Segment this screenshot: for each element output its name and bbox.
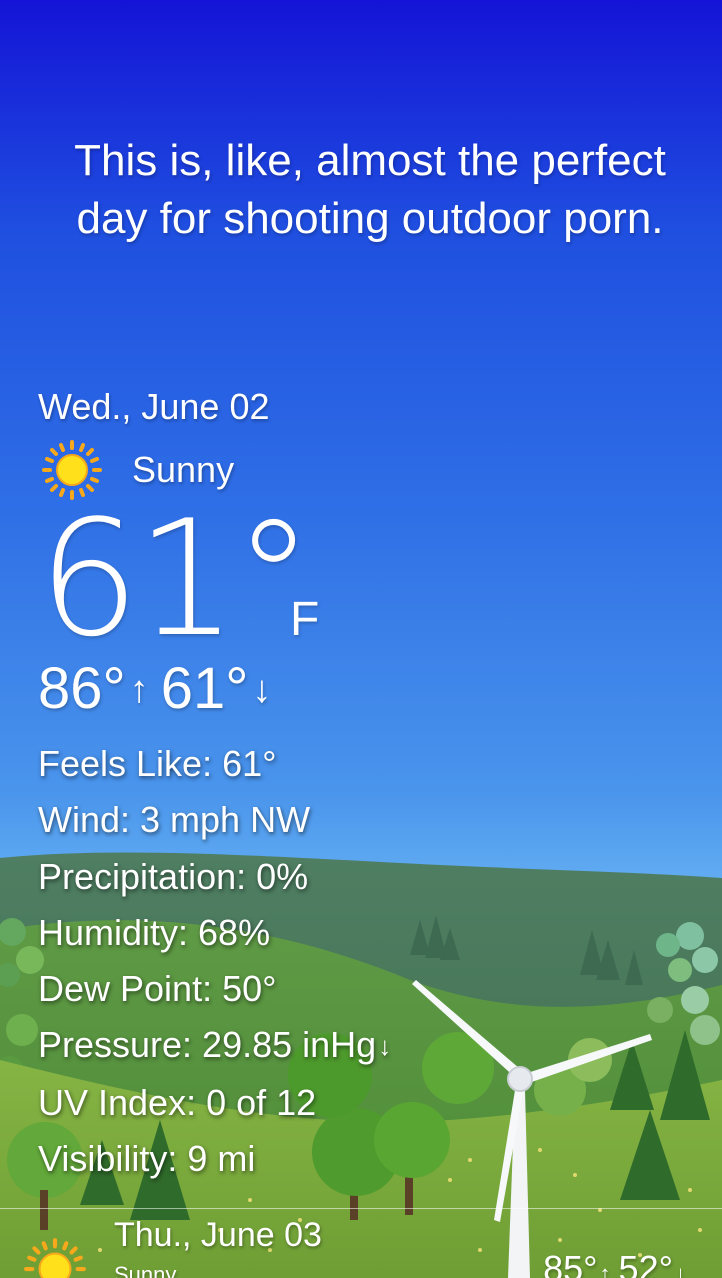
low-temperature: 61°	[160, 656, 249, 721]
current-temperature: 61°	[38, 485, 314, 672]
forecast-low: 52°	[618, 1248, 673, 1278]
down-arrow-icon: ↓	[252, 669, 272, 711]
pressure: Pressure: 29.85 inHg↓	[38, 1017, 391, 1074]
current-date: Wed., June 02	[38, 386, 270, 427]
pressure-trend-down-icon: ↓	[378, 1031, 392, 1062]
visibility: Visibility: 9 mi	[38, 1138, 256, 1180]
feels-like: Feels Like: 61°	[38, 743, 277, 784]
uv-index: UV Index: 0 of 12	[38, 1081, 317, 1123]
weather-details-list: Feels Like: 61° Wind: 3 mph NW Precipita…	[38, 736, 391, 1187]
precipitation: Precipitation: 0%	[38, 855, 309, 897]
high-temperature: 86°	[38, 656, 126, 721]
pressure-value: Pressure: 29.85 inHg	[38, 1024, 377, 1066]
forecast-day-row[interactable]: Thu., June 03 Sunny 85°↑ 52°↓	[0, 1210, 722, 1278]
humidity: Humidity: 68%	[38, 911, 271, 953]
high-low-temperatures: 86° ↑ 61° ↓	[38, 654, 283, 725]
up-arrow-icon: ↑	[599, 1261, 611, 1278]
wind: Wind: 3 mph NW	[38, 799, 311, 841]
dew-point: Dew Point: 50°	[38, 968, 277, 1010]
forecast-high-low: 85°↑ 52°↓	[543, 1248, 694, 1278]
forecast-divider	[0, 1208, 722, 1209]
weather-commentary: This is, like, almost the perfect day fo…	[74, 136, 666, 243]
up-arrow-icon: ↑	[129, 669, 149, 711]
forecast-high: 85°	[543, 1248, 598, 1278]
sun-icon	[24, 1238, 86, 1278]
forecast-date: Thu., June 03	[114, 1216, 322, 1254]
temperature-unit: F	[290, 593, 320, 646]
forecast-condition: Sunny	[114, 1262, 177, 1278]
down-arrow-icon: ↓	[675, 1261, 686, 1278]
